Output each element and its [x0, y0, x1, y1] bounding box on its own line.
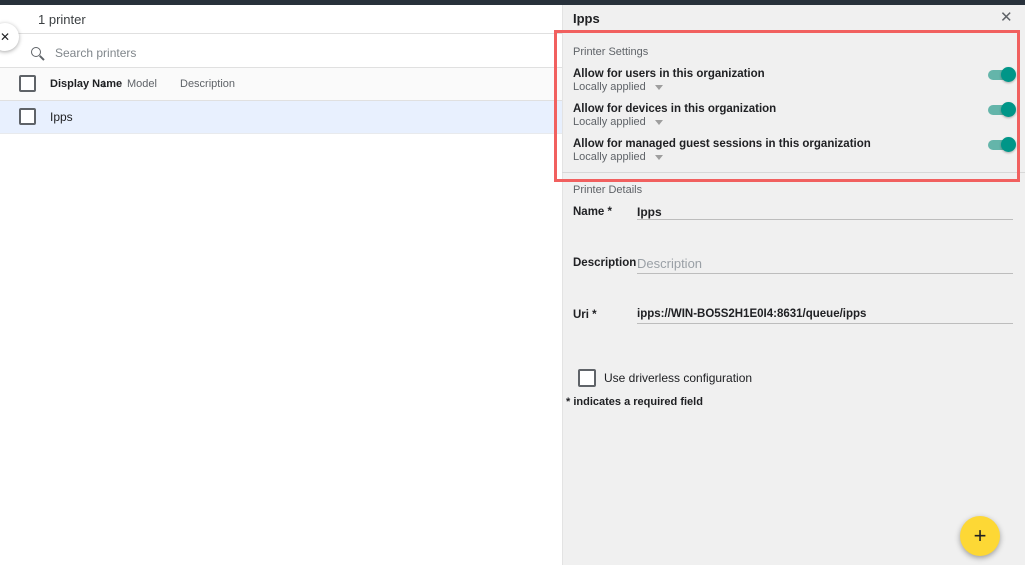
printer-details-heading: Printer Details	[573, 184, 642, 196]
close-icon: ✕	[0, 30, 10, 44]
column-header-display-name[interactable]: Display Name	[50, 78, 122, 90]
panel-title: Ipps	[573, 11, 600, 26]
allow-guest-sessions-toggle[interactable]	[988, 137, 1014, 152]
column-header-description[interactable]: Description	[180, 78, 235, 90]
printer-count-label: 1 printer	[38, 12, 86, 27]
search-icon	[31, 47, 41, 57]
column-header-model[interactable]: Model	[127, 78, 157, 90]
uri-field-underline	[637, 323, 1013, 324]
printer-settings-heading: Printer Settings	[573, 46, 648, 58]
allow-users-label: Allow for users in this organization	[573, 68, 765, 80]
plus-icon: +	[974, 523, 987, 549]
uri-field-input[interactable]: ipps://WIN-BO5S2H1E0I4:8631/queue/ipps	[637, 308, 866, 320]
allow-guest-sessions-scope[interactable]: Locally applied	[573, 151, 663, 163]
row-divider	[0, 133, 562, 134]
table-row[interactable]	[0, 101, 562, 133]
allow-devices-toggle[interactable]	[988, 102, 1014, 117]
name-field-input[interactable]: Ipps	[637, 205, 662, 219]
chevron-down-icon	[655, 155, 663, 160]
sort-descending-icon[interactable]: ↓	[101, 76, 107, 90]
scope-text: Locally applied	[573, 151, 646, 163]
row-checkbox[interactable]	[19, 108, 36, 125]
allow-guest-sessions-label: Allow for managed guest sessions in this…	[573, 138, 871, 150]
allow-devices-scope[interactable]: Locally applied	[573, 116, 663, 128]
description-field-label: Description	[573, 257, 636, 269]
toolbar-divider	[0, 33, 562, 34]
toggle-thumb	[1001, 137, 1016, 152]
chevron-down-icon	[655, 120, 663, 125]
allow-devices-label: Allow for devices in this organization	[573, 103, 776, 115]
panel-close-button[interactable]: ✕	[1000, 8, 1013, 26]
section-divider	[562, 172, 1025, 173]
toggle-thumb	[1001, 102, 1016, 117]
name-field-label: Name *	[573, 206, 612, 218]
description-field-underline	[637, 273, 1013, 274]
description-field-input[interactable]: Description	[637, 256, 702, 271]
allow-users-toggle[interactable]	[988, 67, 1014, 82]
chevron-down-icon	[655, 85, 663, 90]
search-input[interactable]: Search printers	[55, 46, 136, 60]
printers-admin-page: 1 printer ✕ Search printers Display Name…	[0, 0, 1025, 565]
add-printer-fab[interactable]: +	[960, 516, 1000, 556]
select-all-checkbox[interactable]	[19, 75, 36, 92]
toggle-thumb	[1001, 67, 1016, 82]
driverless-checkbox-label: Use driverless configuration	[604, 371, 752, 385]
driverless-checkbox[interactable]	[578, 369, 596, 387]
scope-text: Locally applied	[573, 81, 646, 93]
name-field-underline	[637, 219, 1013, 220]
allow-users-scope[interactable]: Locally applied	[573, 81, 663, 93]
scope-text: Locally applied	[573, 116, 646, 128]
required-field-footnote: * indicates a required field	[566, 396, 703, 408]
row-printer-name[interactable]: Ipps	[50, 110, 73, 124]
uri-field-label: Uri *	[573, 309, 597, 321]
